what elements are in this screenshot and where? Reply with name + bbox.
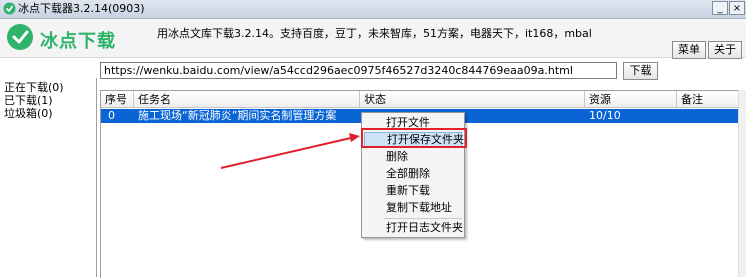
menu-item-delete-all[interactable]: 全部删除	[364, 166, 462, 182]
annotation-arrow-icon	[220, 133, 360, 169]
sidebar-item-trash[interactable]: 垃圾箱(0)	[4, 107, 53, 120]
column-header-resource[interactable]: 资源	[585, 91, 677, 108]
menu-item-delete[interactable]: 删除	[364, 149, 462, 165]
app-header: 冰点下载 用冰点文库下载3.2.14。支持百度，豆丁，未来智库，51方案，电器天…	[0, 19, 746, 59]
annotation-highlight-box	[361, 128, 467, 148]
about-button[interactable]: 关于	[708, 41, 742, 59]
menu-item-open-log-folder[interactable]: 打开日志文件夹	[364, 220, 463, 236]
cell-name: 施工现场“新冠肺炎”期间实名制管理方案	[138, 109, 337, 122]
slogan: 用冰点文库下载3.2.14。支持百度，豆丁，未来智库，51方案，电器天下，it1…	[157, 27, 592, 40]
column-header-note[interactable]: 备注(0903)	[677, 91, 739, 123]
url-input[interactable]	[100, 62, 617, 79]
menu-item-redownload[interactable]: 重新下载	[364, 183, 462, 199]
menu-button[interactable]: 菜单	[672, 41, 706, 59]
sidebar: 正在下载(0) 已下载(1) 垃圾箱(0)	[0, 78, 97, 277]
cell-note	[677, 109, 739, 123]
sidebar-item-downloaded[interactable]: 已下载(1)	[4, 94, 53, 107]
cell-resource: 10/10	[589, 109, 621, 122]
logo-icon	[7, 24, 33, 50]
vertical-scrollbar[interactable]	[738, 90, 746, 277]
close-button[interactable]: ×	[729, 1, 745, 15]
column-header-name[interactable]: 任务名	[134, 91, 360, 108]
minimize-button[interactable]: _	[712, 1, 728, 15]
menu-separator	[384, 218, 462, 219]
logo-text: 冰点下载	[40, 31, 116, 52]
download-button[interactable]: 下载	[623, 62, 658, 80]
title-bar: 冰点下载器3.2.14(0903) _ ×	[0, 0, 746, 19]
cell-index: 0	[108, 109, 115, 122]
sidebar-item-downloading[interactable]: 正在下载(0)	[4, 81, 64, 94]
window-title: 冰点下载器3.2.14(0903)	[18, 2, 145, 15]
menu-item-copy-url[interactable]: 复制下载地址	[364, 200, 462, 216]
column-header-index[interactable]: 序号	[101, 91, 134, 108]
app-icon	[3, 2, 16, 15]
column-header-status[interactable]: 状态	[360, 91, 585, 108]
